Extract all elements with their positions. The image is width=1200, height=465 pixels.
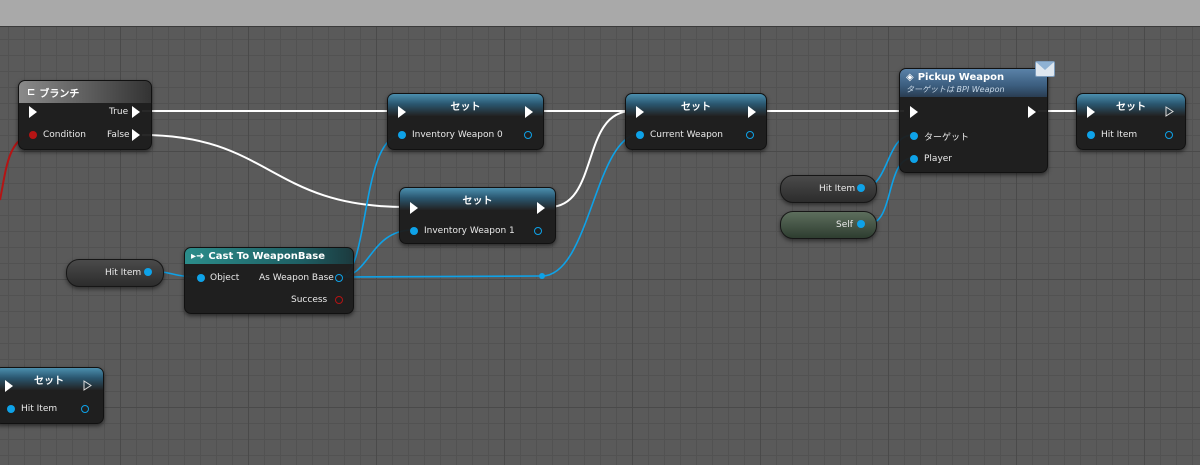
- pickup-target-label: ターゲット: [924, 133, 970, 143]
- branch-exec-in-pin[interactable]: [29, 106, 37, 118]
- set3-value-pin[interactable]: [410, 227, 418, 235]
- set1-exec-out-pin[interactable]: [525, 106, 533, 118]
- pickup-title: Pickup Weapon: [917, 71, 1005, 83]
- get-hit-item-pin[interactable]: [144, 268, 152, 276]
- cast-to-weaponbase-node[interactable]: ▸➜ Cast To WeaponBase Object As Weapon B…: [184, 247, 354, 314]
- set4-exec-in-pin[interactable]: [1087, 106, 1095, 118]
- set1-output-pin[interactable]: [524, 131, 532, 139]
- pickup-weapon-node[interactable]: ◈ Pickup Weapon ターゲットは BPI Weapon ターゲット P…: [899, 68, 1048, 173]
- get-hit-item-label: Hit Item: [105, 268, 142, 278]
- branch-condition-pin[interactable]: [29, 131, 37, 139]
- set2-value-pin[interactable]: [636, 131, 644, 139]
- branch-icon: ⊏: [27, 86, 36, 98]
- set-node-hit-item-right[interactable]: セット Hit Item: [1076, 93, 1186, 150]
- get-hit-item-node[interactable]: Hit Item: [66, 259, 164, 287]
- set2-output-pin[interactable]: [746, 131, 754, 139]
- set2-var-label: Current Weapon: [650, 130, 724, 140]
- get-self-pin[interactable]: [857, 220, 865, 228]
- pickup-node-header: ◈ Pickup Weapon ターゲットは BPI Weapon: [900, 69, 1047, 97]
- set-title: セット: [34, 375, 64, 387]
- set1-var-label: Inventory Weapon 0: [412, 130, 503, 140]
- set5-value-pin[interactable]: [7, 405, 15, 413]
- set-title: セット: [450, 101, 481, 113]
- set5-exec-in-pin[interactable]: [5, 380, 13, 392]
- set4-output-pin[interactable]: [1165, 131, 1173, 139]
- set3-exec-out-pin[interactable]: [537, 202, 545, 214]
- cast-node-header: ▸➜ Cast To WeaponBase: [185, 248, 353, 264]
- branch-true-pin[interactable]: [132, 106, 140, 118]
- envelope-icon: [1035, 61, 1055, 77]
- set3-output-pin[interactable]: [534, 227, 542, 235]
- set-node-inventory-weapon-0[interactable]: セット Inventory Weapon 0: [387, 93, 544, 150]
- set2-exec-in-pin[interactable]: [636, 106, 644, 118]
- set1-exec-in-pin[interactable]: [398, 106, 406, 118]
- set-node-header: セット: [388, 94, 543, 116]
- set-node-current-weapon[interactable]: セット Current Weapon: [625, 93, 767, 150]
- get-hit-item-label-2: Hit Item: [819, 184, 856, 194]
- cast-object-label: Object: [210, 273, 240, 283]
- cast-icon: ▸➜: [191, 250, 205, 262]
- set4-value-pin[interactable]: [1087, 131, 1095, 139]
- cast-as-label: As Weapon Base: [259, 273, 334, 283]
- set3-var-label: Inventory Weapon 1: [424, 226, 515, 236]
- set-node-inventory-weapon-1[interactable]: セット Inventory Weapon 1: [399, 187, 556, 244]
- branch-condition-label: Condition: [43, 130, 86, 140]
- set-node-header: セット: [626, 94, 766, 116]
- set5-exec-out-pin[interactable]: [83, 380, 92, 391]
- cast-title: Cast To WeaponBase: [208, 250, 326, 262]
- branch-node-header: ⊏ ブランチ: [19, 81, 151, 103]
- cast-success-pin[interactable]: [335, 296, 343, 304]
- pickup-exec-out-pin[interactable]: [1028, 106, 1036, 118]
- set5-var-label: Hit Item: [21, 404, 58, 414]
- pickup-player-pin[interactable]: [910, 155, 918, 163]
- set1-value-pin[interactable]: [398, 131, 406, 139]
- cast-as-pin[interactable]: [335, 274, 343, 282]
- pickup-player-label: Player: [924, 154, 953, 164]
- set4-var-label: Hit Item: [1101, 130, 1138, 140]
- cast-success-label: Success: [291, 295, 328, 305]
- branch-node[interactable]: ⊏ ブランチ True Condition False: [18, 80, 152, 150]
- set-title: セット: [681, 101, 711, 113]
- get-self-node[interactable]: Self: [780, 211, 877, 239]
- get-self-label: Self: [836, 220, 853, 230]
- set-node-hit-item-left[interactable]: セット Hit Item: [0, 367, 104, 424]
- top-toolbar: [0, 0, 1200, 27]
- pickup-subtitle: ターゲットは BPI Weapon: [906, 84, 1005, 94]
- set5-output-pin[interactable]: [81, 405, 89, 413]
- get-hit-item-node-2[interactable]: Hit Item: [780, 175, 877, 203]
- set4-exec-out-pin[interactable]: [1165, 106, 1174, 117]
- cast-object-pin[interactable]: [197, 274, 205, 282]
- branch-true-label: True: [109, 107, 129, 117]
- set3-exec-in-pin[interactable]: [410, 202, 418, 214]
- branch-false-pin[interactable]: [132, 129, 140, 141]
- function-icon: ◈: [906, 71, 914, 83]
- pickup-exec-in-pin[interactable]: [910, 106, 918, 118]
- branch-title: ブランチ: [39, 88, 80, 100]
- branch-false-label: False: [107, 130, 130, 140]
- set2-exec-out-pin[interactable]: [748, 106, 756, 118]
- set-title: セット: [462, 195, 493, 207]
- get-hit-item-pin-2[interactable]: [857, 184, 865, 192]
- pickup-target-pin[interactable]: [910, 132, 918, 140]
- set-title: セット: [1116, 101, 1146, 113]
- set-node-header: セット: [400, 188, 555, 210]
